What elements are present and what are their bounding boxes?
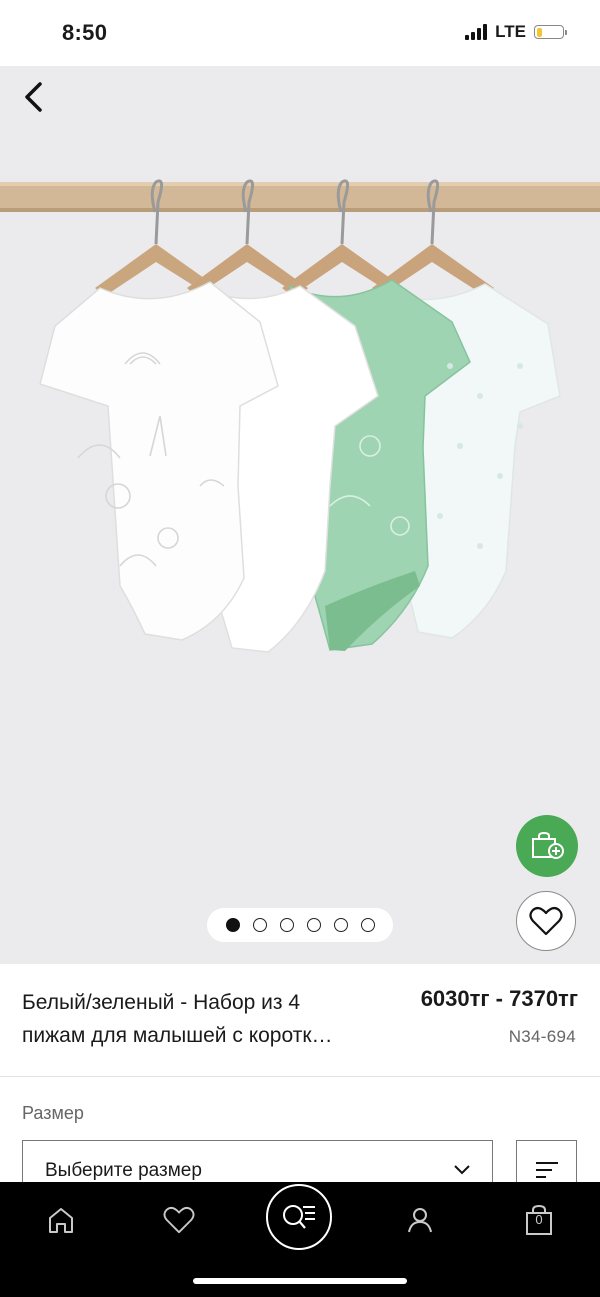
status-bar: 8:50 LTE: [0, 0, 600, 66]
network-type: LTE: [495, 22, 526, 41]
heart-icon: [529, 906, 563, 936]
heart-icon: [163, 1206, 195, 1234]
search-menu-icon: [283, 1205, 315, 1229]
gallery-pagination: [207, 908, 393, 942]
size-guide-icon: [535, 1162, 558, 1178]
signal-icon: [465, 24, 488, 40]
person-icon: [408, 1208, 432, 1233]
gallery-dot[interactable]: [252, 918, 267, 932]
product-image: [0, 179, 600, 653]
size-select-value: Выберите размер: [45, 1160, 202, 1181]
status-time: 8:50: [62, 20, 108, 45]
nav-account[interactable]: [400, 1200, 440, 1240]
home-indicator: [193, 1278, 407, 1284]
battery-icon: [534, 25, 567, 39]
product-sku: N34-694: [508, 1027, 576, 1046]
gallery-dot[interactable]: [306, 918, 321, 932]
product-title[interactable]: Белый/зеленый - Набор из 4 пижам для мал…: [22, 986, 388, 1052]
status-indicators: LTE: [465, 22, 567, 42]
size-section: Размер Выберите размер: [0, 1077, 600, 1200]
product-info: Белый/зеленый - Набор из 4 пижам для мал…: [0, 964, 600, 1077]
bottom-navigation: 0: [0, 1182, 600, 1297]
battery-level: [536, 27, 542, 37]
favorite-button[interactable]: [516, 891, 576, 951]
add-to-bag-button[interactable]: [516, 815, 578, 877]
chevron-left-icon: [25, 82, 42, 112]
bag-plus-icon: [532, 831, 564, 859]
gallery-dot[interactable]: [279, 918, 294, 932]
chevron-down-icon: [454, 1165, 470, 1175]
gallery-dot[interactable]: [225, 918, 240, 932]
nav-bag[interactable]: 0: [519, 1200, 559, 1240]
gallery-dot[interactable]: [333, 918, 348, 932]
product-price: 6030тг - 7370тг: [420, 986, 578, 1011]
nav-search-button[interactable]: [266, 1184, 332, 1250]
nav-home[interactable]: [41, 1200, 81, 1240]
size-label: Размер: [22, 1103, 84, 1123]
home-icon: [49, 1208, 73, 1233]
product-title-line2: пижам для малышей с коротк…: [22, 1024, 333, 1047]
bag-count: 0: [535, 1212, 543, 1227]
gallery-dot[interactable]: [360, 918, 375, 932]
product-gallery[interactable]: [0, 66, 600, 964]
product-title-line1: Белый/зеленый - Набор из 4: [22, 991, 301, 1014]
nav-wishlist[interactable]: [159, 1200, 199, 1240]
back-button[interactable]: [16, 80, 50, 114]
